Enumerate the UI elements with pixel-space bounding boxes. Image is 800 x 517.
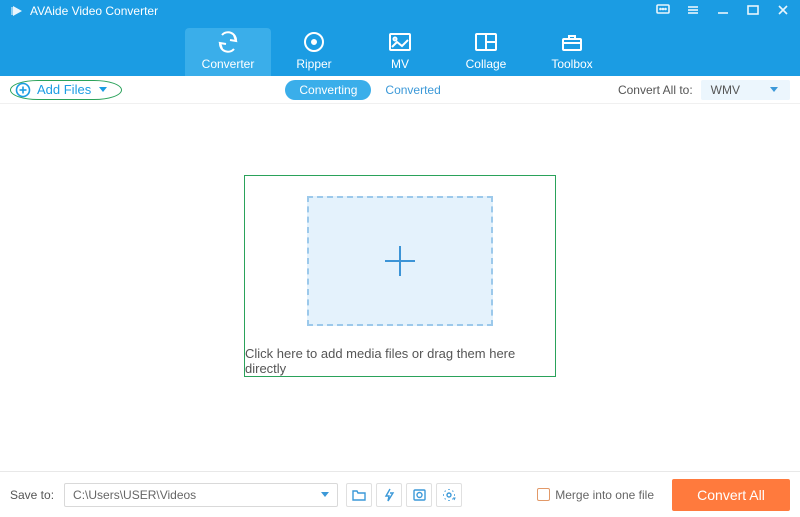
sub-toolbar: Add Files Converting Converted Convert A… [0,76,800,104]
convert-all-to-label: Convert All to: [618,83,693,97]
tab-ripper[interactable]: Ripper [271,28,357,76]
convert-all-button[interactable]: Convert All [672,479,790,511]
plus-icon [379,240,421,282]
chevron-down-icon [321,492,329,497]
feedback-icon[interactable] [656,4,670,19]
menu-icon[interactable] [686,4,700,19]
tab-collage-label: Collage [466,57,507,71]
mv-icon [386,30,414,54]
task-schedule-button[interactable] [406,483,432,507]
tab-converter-label: Converter [202,57,255,71]
checkbox-icon [537,488,550,501]
convert-all-to: Convert All to: WMV [618,80,790,100]
drop-zone[interactable]: Click here to add media files or drag th… [244,175,556,377]
add-files-label: Add Files [37,82,91,97]
tab-toolbox-label: Toolbox [551,57,592,71]
tab-toolbox[interactable]: Toolbox [529,28,615,76]
tab-converting[interactable]: Converting [285,80,371,100]
toolbox-icon [558,30,586,54]
close-icon[interactable] [776,4,790,19]
app-title: AVAide Video Converter [30,4,158,18]
output-format-value: WMV [711,83,740,97]
save-to-label: Save to: [10,488,54,502]
tab-converter[interactable]: Converter [185,28,271,76]
tab-converted[interactable]: Converted [371,80,454,100]
minimize-icon[interactable] [716,4,730,19]
merge-checkbox[interactable]: Merge into one file [537,488,654,502]
app-logo-icon [10,4,24,18]
main-area: Click here to add media files or drag th… [0,104,800,447]
app-header: AVAide Video Converter Converter Ripper [0,0,800,76]
tab-ripper-label: Ripper [296,57,331,71]
converter-icon [214,30,242,54]
tab-mv[interactable]: MV [357,28,443,76]
window-controls [656,4,790,19]
title-left: AVAide Video Converter [10,4,158,18]
drop-caption: Click here to add media files or drag th… [245,346,555,376]
footer-tools [346,483,462,507]
queue-tabs: Converting Converted [285,80,454,100]
ripper-icon [300,30,328,54]
collage-icon [472,30,500,54]
chevron-down-icon [770,87,778,92]
nav-tabs: Converter Ripper MV Collage Toolbox [0,22,800,76]
hardware-accel-button[interactable] [376,483,402,507]
tab-collage[interactable]: Collage [443,28,529,76]
settings-button[interactable] [436,483,462,507]
save-path-value: C:\Users\USER\Videos [73,488,196,502]
save-path-select[interactable]: C:\Users\USER\Videos [64,483,338,507]
output-format-select[interactable]: WMV [701,80,790,100]
maximize-icon[interactable] [746,4,760,19]
tab-mv-label: MV [391,57,409,71]
chevron-down-icon [99,87,107,92]
footer-bar: Save to: C:\Users\USER\Videos Merge into… [0,471,800,517]
add-files-button[interactable]: Add Files [10,80,122,100]
title-bar: AVAide Video Converter [0,0,800,22]
drop-inner [307,196,493,326]
merge-label: Merge into one file [555,488,654,502]
open-folder-button[interactable] [346,483,372,507]
